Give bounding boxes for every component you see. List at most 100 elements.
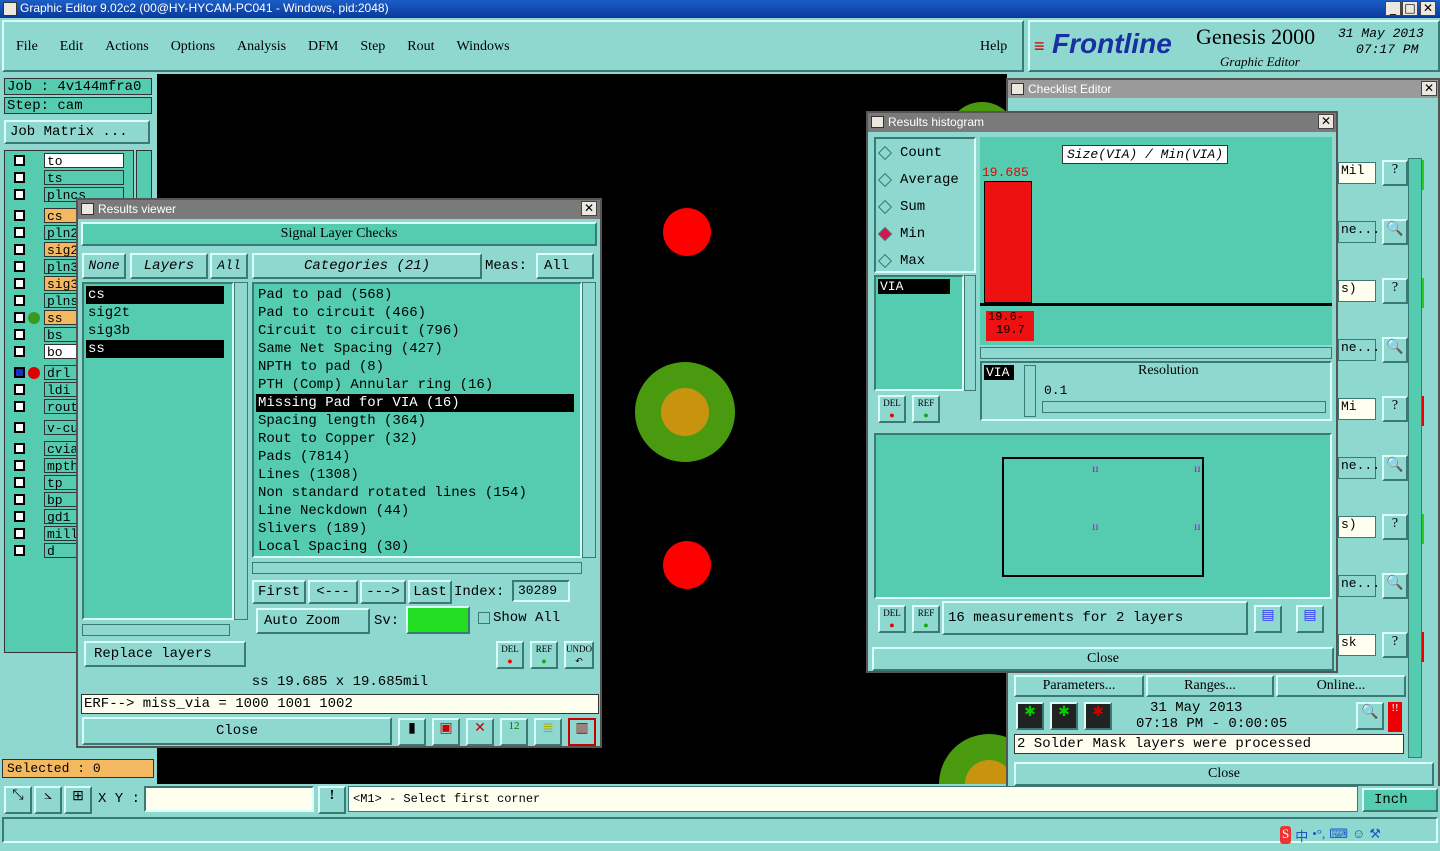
layer-row[interactable]: ts (4, 169, 134, 186)
layer-display-dot[interactable] (28, 172, 40, 184)
units-dropdown[interactable]: Inch (1362, 788, 1438, 812)
layer-checkbox[interactable] (14, 172, 25, 183)
zoom-icon[interactable]: 🔍 (1356, 702, 1384, 730)
checklist-close-button[interactable]: Close (1014, 762, 1434, 786)
layer-checkbox[interactable] (14, 443, 25, 454)
layer-name[interactable]: ts (44, 170, 124, 186)
histogram-option-max[interactable]: Max (876, 247, 974, 274)
layer-display-dot[interactable] (28, 528, 40, 540)
layer-display-dot[interactable] (28, 460, 40, 472)
category-item[interactable]: Circuit to circuit (796) (256, 322, 574, 340)
layer-display-dot[interactable] (28, 422, 40, 434)
histogram-icon[interactable]: ▥ (568, 718, 596, 746)
xy-input[interactable] (144, 786, 314, 812)
category-item[interactable]: Lines (1308) (256, 466, 574, 484)
category-item[interactable]: Non standard rotated lines (154) (256, 484, 574, 502)
histogram-ref-button[interactable]: REF ● (912, 395, 940, 423)
layers-button[interactable]: Layers (130, 253, 208, 279)
layer-display-dot[interactable] (28, 443, 40, 455)
tray-icon[interactable]: ⌨ (1329, 826, 1348, 844)
layer-display-dot[interactable] (28, 295, 40, 307)
histogram-close-button[interactable]: Close (872, 647, 1334, 671)
layer-checkbox[interactable] (14, 528, 25, 539)
none-button[interactable]: None (82, 253, 126, 279)
histogram-hscroll[interactable] (980, 347, 1332, 359)
layer-display-dot[interactable] (28, 244, 40, 256)
category-item[interactable]: Same Net Spacing (427) (256, 340, 574, 358)
layer-checkbox[interactable] (14, 278, 25, 289)
layer-checkbox[interactable] (14, 422, 25, 433)
measure-icon[interactable]: ⦣ (34, 786, 62, 814)
layer-checkbox[interactable] (14, 329, 25, 340)
layer-checkbox[interactable] (14, 346, 25, 357)
grid-icon[interactable]: ⊞ (64, 786, 92, 814)
menu-step[interactable]: Step (360, 39, 385, 54)
category-item[interactable]: Rout to Copper (32) (256, 430, 574, 448)
menu-help[interactable]: Help (980, 39, 1007, 55)
tray-icon[interactable]: ⚒ (1369, 826, 1381, 844)
histogram-import-icon[interactable]: ▤ (1296, 605, 1324, 633)
layer-checkbox[interactable] (14, 460, 25, 471)
result-layer-item[interactable]: sig3b (86, 322, 224, 340)
results-viewer-close-x[interactable]: ✕ (581, 201, 597, 216)
meas-dropdown[interactable]: All (536, 253, 594, 279)
zoom-icon[interactable]: 🔍 (1382, 337, 1408, 363)
layer-checkbox[interactable] (14, 155, 25, 166)
category-item[interactable]: Local Spacing (30) (256, 538, 574, 556)
display-icon[interactable]: ▣ (432, 718, 460, 746)
prev-button[interactable]: <--- (308, 580, 358, 604)
close-window-button[interactable]: ✕ (1420, 1, 1436, 16)
del-button[interactable]: DEL ● (496, 641, 524, 669)
layer-checkbox[interactable] (14, 494, 25, 505)
ref-button[interactable]: REF ● (530, 641, 558, 669)
info-icon[interactable]: ! (318, 786, 346, 814)
layer-display-dot[interactable] (28, 210, 40, 222)
all-button[interactable]: All (210, 253, 248, 279)
result-layer-item[interactable]: cs (86, 286, 224, 304)
help-icon[interactable]: ? (1382, 632, 1408, 658)
layer-display-dot[interactable] (28, 261, 40, 273)
report-icon[interactable]: ▮ (398, 718, 426, 746)
layer-checkbox[interactable] (14, 511, 25, 522)
layer-checkbox[interactable] (14, 384, 25, 395)
zoom-icon[interactable]: 🔍 (1382, 219, 1408, 245)
notes-icon[interactable]: ≣ (534, 718, 562, 746)
histogram-del-button[interactable]: DEL ● (878, 395, 906, 423)
histogram-layer-item[interactable]: VIA (878, 279, 950, 294)
run-all-icon[interactable]: ✱ (1050, 702, 1078, 730)
histogram-option-min[interactable]: Min (876, 220, 974, 247)
histogram-bar[interactable] (984, 181, 1032, 303)
zoom-fit-icon[interactable]: ⤡ (4, 786, 32, 814)
replace-layers-button[interactable]: Replace layers (84, 641, 246, 667)
preview-ref-button[interactable]: REF ● (912, 605, 940, 633)
layer-checkbox[interactable] (14, 367, 25, 378)
layer-checkbox[interactable] (14, 295, 25, 306)
results-viewer-close-button[interactable]: Close (82, 717, 392, 745)
layer-checkbox[interactable] (14, 227, 25, 238)
zoom-icon[interactable]: 🔍 (1382, 455, 1408, 481)
category-item[interactable]: Spacing length (364) (256, 412, 574, 430)
layer-row[interactable]: to (4, 152, 134, 169)
online-button[interactable]: Online... (1276, 675, 1406, 697)
histogram-export-icon[interactable]: ▤ (1254, 605, 1282, 633)
step-icon[interactable]: 12 (500, 718, 528, 746)
help-icon[interactable]: ? (1382, 396, 1408, 422)
ranges-button[interactable]: Ranges... (1146, 675, 1274, 697)
minimize-button[interactable]: _ (1385, 1, 1401, 16)
histogram-close-x[interactable]: ✕ (1318, 114, 1334, 129)
layer-display-dot[interactable] (28, 189, 40, 201)
categories-button[interactable]: Categories (21) (252, 253, 482, 279)
parameters-button[interactable]: Parameters... (1014, 675, 1144, 697)
layer-display-dot[interactable] (28, 278, 40, 290)
help-icon[interactable]: ? (1382, 160, 1408, 186)
menu-actions[interactable]: Actions (105, 39, 149, 54)
layer-checkbox[interactable] (14, 545, 25, 556)
layer-list-hscroll[interactable] (82, 624, 230, 636)
maximize-button[interactable]: □ (1402, 1, 1418, 16)
run-icon[interactable]: ✱ (1016, 702, 1044, 730)
category-item[interactable]: Pads (7814) (256, 448, 574, 466)
layer-display-dot[interactable] (28, 401, 40, 413)
layer-name[interactable]: to (44, 153, 124, 169)
layer-display-dot[interactable] (28, 329, 40, 341)
layer-checkbox[interactable] (14, 210, 25, 221)
